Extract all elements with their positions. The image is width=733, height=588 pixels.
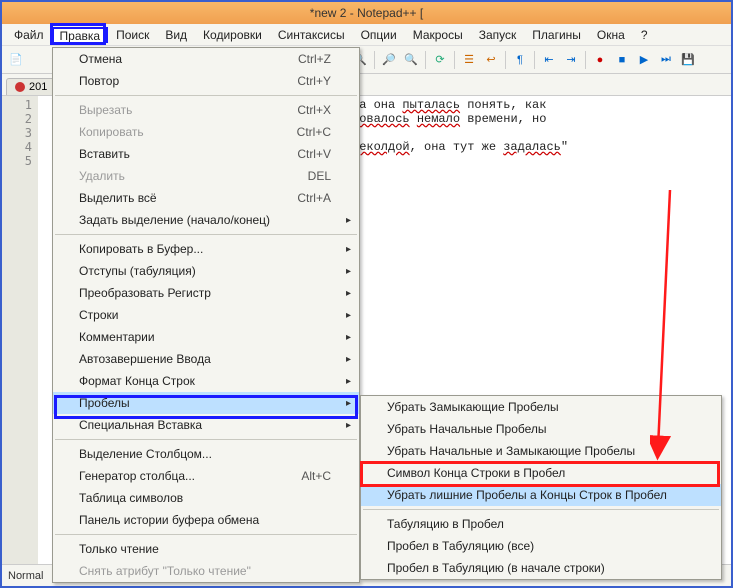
menu-spaces-eol-to-space[interactable]: Символ Конца Строки в Пробел xyxy=(361,462,721,484)
menu-edit-dropdown: ОтменаCtrl+Z ПовторCtrl+Y ВырезатьCtrl+X… xyxy=(52,47,360,583)
menu-macros[interactable]: Макросы xyxy=(405,26,471,44)
menubar: Файл Правка Поиск Вид Кодировки Синтакси… xyxy=(2,24,731,46)
tab-dirty-icon xyxy=(15,82,25,92)
tab-open-file[interactable]: 201 xyxy=(6,78,56,95)
menu-edit-indent[interactable]: Отступы (табуляция)▸ xyxy=(53,260,359,282)
menu-edit-set-selection[interactable]: Задать выделение (начало/конец)▸ xyxy=(53,209,359,231)
menu-help[interactable]: ? xyxy=(633,26,656,44)
menu-edit-autocomplete[interactable]: Автозавершение Ввода▸ xyxy=(53,348,359,370)
menu-edit-undo[interactable]: ОтменаCtrl+Z xyxy=(53,48,359,70)
line-number: 5 xyxy=(2,154,32,168)
menu-edit-column-select[interactable]: Выделение Столбцом... xyxy=(53,443,359,465)
menu-edit-copy[interactable]: КопироватьCtrl+C xyxy=(53,121,359,143)
chevron-right-icon: ▸ xyxy=(346,420,351,431)
record-icon[interactable]: ● xyxy=(590,50,610,70)
menu-windows[interactable]: Окна xyxy=(589,26,633,44)
line-number: 2 xyxy=(2,112,32,126)
play-icon[interactable]: ▶ xyxy=(634,50,654,70)
chevron-right-icon: ▸ xyxy=(346,354,351,365)
window-title: *new 2 - Notepad++ [ xyxy=(310,6,423,20)
new-file-icon[interactable]: 📄 xyxy=(6,50,26,70)
stop-icon[interactable]: ■ xyxy=(612,50,632,70)
status-mode: Normal xyxy=(8,570,43,582)
menu-edit-char-map[interactable]: Таблица символов xyxy=(53,487,359,509)
line-number: 3 xyxy=(2,126,32,140)
menu-spaces-trim-leading[interactable]: Убрать Начальные Пробелы xyxy=(361,418,721,440)
chevron-right-icon: ▸ xyxy=(346,215,351,226)
menu-view[interactable]: Вид xyxy=(157,26,195,44)
menu-spaces-collapse-all[interactable]: Убрать лишние Пробелы а Концы Строк в Пр… xyxy=(361,484,721,506)
menu-edit-readonly[interactable]: Только чтение xyxy=(53,538,359,560)
menu-encoding[interactable]: Кодировки xyxy=(195,26,270,44)
window-titlebar: *new 2 - Notepad++ [ xyxy=(2,2,731,24)
chevron-right-icon: ▸ xyxy=(346,266,351,277)
menu-spaces-trim-both[interactable]: Убрать Начальные и Замыкающие Пробелы xyxy=(361,440,721,462)
menu-plugins[interactable]: Плагины xyxy=(524,26,589,44)
menu-spaces-space-to-tab-leading[interactable]: Пробел в Табуляцию (в начале строки) xyxy=(361,557,721,579)
menu-edit-paste-special[interactable]: Специальная Вставка▸ xyxy=(53,414,359,436)
menu-edit-eol-format[interactable]: Формат Конца Строк▸ xyxy=(53,370,359,392)
menu-edit-lines[interactable]: Строки▸ xyxy=(53,304,359,326)
menu-spaces-submenu: Убрать Замыкающие Пробелы Убрать Начальн… xyxy=(360,395,722,580)
menu-file[interactable]: Файл xyxy=(6,26,52,44)
menu-spaces-tab-to-space[interactable]: Табуляцию в Пробел xyxy=(361,513,721,535)
chevron-right-icon: ▸ xyxy=(346,332,351,343)
menu-edit-spaces[interactable]: Пробелы▸ xyxy=(53,392,359,414)
chevron-right-icon: ▸ xyxy=(346,398,351,409)
menu-spaces-space-to-tab-all[interactable]: Пробел в Табуляцию (все) xyxy=(361,535,721,557)
word-wrap-icon[interactable]: ↩ xyxy=(481,50,501,70)
chevron-right-icon: ▸ xyxy=(346,310,351,321)
line-gutter: 1 2 3 4 5 xyxy=(2,96,38,564)
menu-options[interactable]: Опции xyxy=(353,26,405,44)
menu-search[interactable]: Поиск xyxy=(108,26,157,44)
menu-edit-paste[interactable]: ВставитьCtrl+V xyxy=(53,143,359,165)
menu-run[interactable]: Запуск xyxy=(471,26,525,44)
chevron-right-icon: ▸ xyxy=(346,244,351,255)
menu-edit-case[interactable]: Преобразовать Регистр▸ xyxy=(53,282,359,304)
menu-syntax[interactable]: Синтаксисы xyxy=(270,26,353,44)
menu-edit[interactable]: Правка xyxy=(52,27,109,43)
menu-edit-copy-to-buffer[interactable]: Копировать в Буфер...▸ xyxy=(53,238,359,260)
menu-edit-delete[interactable]: УдалитьDEL xyxy=(53,165,359,187)
indent-guides-icon[interactable]: ☰ xyxy=(459,50,479,70)
chevron-right-icon: ▸ xyxy=(346,288,351,299)
zoom-out-icon[interactable]: 🔍 xyxy=(401,50,421,70)
menu-edit-column-gen[interactable]: Генератор столбца...Alt+C xyxy=(53,465,359,487)
indent-right-icon[interactable]: ⇥ xyxy=(561,50,581,70)
menu-edit-cut[interactable]: ВырезатьCtrl+X xyxy=(53,99,359,121)
menu-edit-clipboard-history[interactable]: Панель истории буфера обмена xyxy=(53,509,359,531)
line-number: 1 xyxy=(2,98,32,112)
pilcrow-icon[interactable]: ¶ xyxy=(510,50,530,70)
menu-edit-clear-readonly[interactable]: Снять атрибут "Только чтение" xyxy=(53,560,359,582)
menu-edit-select-all[interactable]: Выделить всёCtrl+A xyxy=(53,187,359,209)
playmulti-icon[interactable]: ⏭ xyxy=(656,50,676,70)
menu-edit-redo[interactable]: ПовторCtrl+Y xyxy=(53,70,359,92)
tab-label: 201 xyxy=(29,81,47,93)
sync-icon[interactable]: ⟳ xyxy=(430,50,450,70)
line-number: 4 xyxy=(2,140,32,154)
chevron-right-icon: ▸ xyxy=(346,376,351,387)
save-macro-icon[interactable]: 💾 xyxy=(678,50,698,70)
menu-edit-comments[interactable]: Комментарии▸ xyxy=(53,326,359,348)
zoom-in-icon[interactable]: 🔎 xyxy=(379,50,399,70)
indent-left-icon[interactable]: ⇤ xyxy=(539,50,559,70)
menu-spaces-trim-trailing[interactable]: Убрать Замыкающие Пробелы xyxy=(361,396,721,418)
